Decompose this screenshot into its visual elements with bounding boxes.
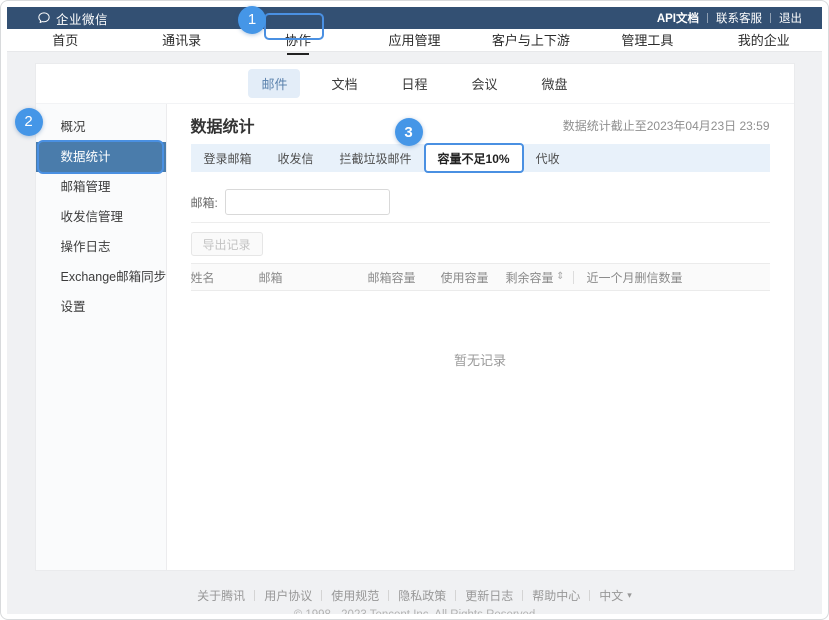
- data-deadline-note: 数据统计截止至2023年04月23日 23:59: [563, 117, 770, 134]
- tab-send-receive[interactable]: 收发信: [265, 144, 327, 172]
- column-header-used: 使用容量: [441, 269, 506, 286]
- contact-support-link[interactable]: 联系客服: [708, 10, 770, 26]
- nav-item-collaboration[interactable]: 协作 1: [240, 28, 356, 53]
- sidebar-item-send-receive-management[interactable]: 收发信管理: [36, 202, 166, 232]
- tab-docs[interactable]: 文档: [318, 69, 370, 98]
- column-header-mailbox: 邮箱: [259, 269, 368, 286]
- nav-item-home[interactable]: 首页: [7, 28, 123, 53]
- export-records-button[interactable]: 导出记录: [191, 232, 263, 256]
- logout-link[interactable]: 退出: [771, 10, 810, 26]
- tab-meeting[interactable]: 会议: [459, 69, 511, 98]
- content-card: 邮件 文档 日程 会议 微盘 概况 数据统计 2 邮箱管理 收发信管理: [35, 63, 795, 571]
- nav-item-apps[interactable]: 应用管理: [356, 28, 472, 53]
- nav-item-my-enterprise[interactable]: 我的企业: [706, 28, 822, 53]
- table-header-row: 姓名 邮箱 邮箱容量 使用容量 剩余容量 ⇕ 近一个月删信数量: [191, 263, 770, 291]
- sidebar-item-exchange-sync[interactable]: Exchange邮箱同步: [36, 262, 166, 292]
- workspace-tabs: 邮件 文档 日程 会议 微盘: [36, 64, 794, 104]
- tab-calendar[interactable]: 日程: [388, 69, 440, 98]
- tab-proxy-collect[interactable]: 代收: [523, 144, 573, 172]
- column-header-deleted-last-month: 近一个月删信数量: [576, 269, 683, 286]
- mailbox-filter-label: 邮箱:: [191, 194, 218, 211]
- sort-icon[interactable]: ⇕: [556, 272, 564, 282]
- sidebar-item-overview[interactable]: 概况: [36, 112, 166, 142]
- footer-link-privacy-policy[interactable]: 隐私政策: [389, 587, 455, 604]
- footer-links: 关于腾讯 用户协议 使用规范 隐私政策 更新日志 帮助中心 中文 ▾: [7, 587, 822, 604]
- tab-mail[interactable]: 邮件: [248, 69, 300, 98]
- content-header: 数据统计 数据统计截止至2023年04月23日 23:59: [191, 114, 770, 136]
- filter-row: 邮箱:: [191, 189, 770, 215]
- statistics-tab-strip: 登录邮箱 收发信 拦截垃圾邮件 容量不足10% 3 代收: [191, 144, 770, 172]
- wecom-logo-icon: [37, 11, 51, 25]
- workspace: 邮件 文档 日程 会议 微盘 概况 数据统计 2 邮箱管理 收发信管理: [7, 52, 822, 614]
- topbar: 企业微信 API文档 联系客服 退出: [7, 7, 822, 29]
- tab-spam-intercept[interactable]: 拦截垃圾邮件: [327, 144, 425, 172]
- chevron-down-icon: ▾: [627, 590, 632, 601]
- nav-item-management-tools[interactable]: 管理工具: [589, 28, 705, 53]
- footer-link-about-tencent[interactable]: 关于腾讯: [188, 587, 254, 604]
- nav-item-customers[interactable]: 客户与上下游: [473, 28, 589, 53]
- topbar-links: API文档 联系客服 退出: [649, 10, 810, 26]
- tab-capacity-below-10[interactable]: 容量不足10% 3: [425, 144, 523, 172]
- nav-item-contacts[interactable]: 通讯录: [123, 28, 239, 53]
- sidebar-item-mailbox-management[interactable]: 邮箱管理: [36, 172, 166, 202]
- footer-link-user-agreement[interactable]: 用户协议: [255, 587, 321, 604]
- footer-link-changelog[interactable]: 更新日志: [456, 587, 522, 604]
- api-docs-link[interactable]: API文档: [649, 10, 707, 26]
- brand-name: 企业微信: [56, 9, 108, 28]
- mailbox-filter-input[interactable]: [225, 189, 390, 215]
- primary-nav: 首页 通讯录 协作 1 应用管理 客户与上下游 管理工具 我的企业: [7, 29, 822, 52]
- column-header-capacity: 邮箱容量: [368, 269, 441, 286]
- copyright: © 1998 - 2023 Tencent Inc. All Rights Re…: [7, 609, 822, 614]
- column-divider: [573, 271, 574, 284]
- wecom-admin-window: 企业微信 API文档 联系客服 退出 首页 通讯录 协作 1 应用管理 客户与上…: [0, 0, 829, 620]
- sidebar-item-data-statistics[interactable]: 数据统计 2: [36, 142, 166, 172]
- page-title: 数据统计: [191, 113, 255, 137]
- language-selector[interactable]: 中文 ▾: [590, 587, 641, 604]
- tab-login-mailbox[interactable]: 登录邮箱: [191, 144, 265, 172]
- card-body: 概况 数据统计 2 邮箱管理 收发信管理 操作日志 Exchange邮箱同步 设…: [36, 104, 794, 570]
- main-content: 数据统计 数据统计截止至2023年04月23日 23:59 登录邮箱 收发信 拦…: [167, 104, 794, 570]
- column-header-remaining: 剩余容量 ⇕: [506, 269, 571, 286]
- tab-drive[interactable]: 微盘: [529, 69, 581, 98]
- sidebar-item-operation-log[interactable]: 操作日志: [36, 232, 166, 262]
- column-header-name: 姓名: [191, 269, 259, 286]
- brand: 企业微信: [37, 9, 108, 28]
- footer: 关于腾讯 用户协议 使用规范 隐私政策 更新日志 帮助中心 中文 ▾ © 199…: [7, 587, 822, 614]
- footer-link-usage-rules[interactable]: 使用规范: [322, 587, 388, 604]
- empty-state-text: 暂无记录: [191, 350, 770, 369]
- divider: [191, 222, 770, 223]
- footer-link-help-center[interactable]: 帮助中心: [523, 587, 589, 604]
- sidebar-item-settings[interactable]: 设置: [36, 292, 166, 322]
- sidebar: 概况 数据统计 2 邮箱管理 收发信管理 操作日志 Exchange邮箱同步 设…: [36, 104, 167, 570]
